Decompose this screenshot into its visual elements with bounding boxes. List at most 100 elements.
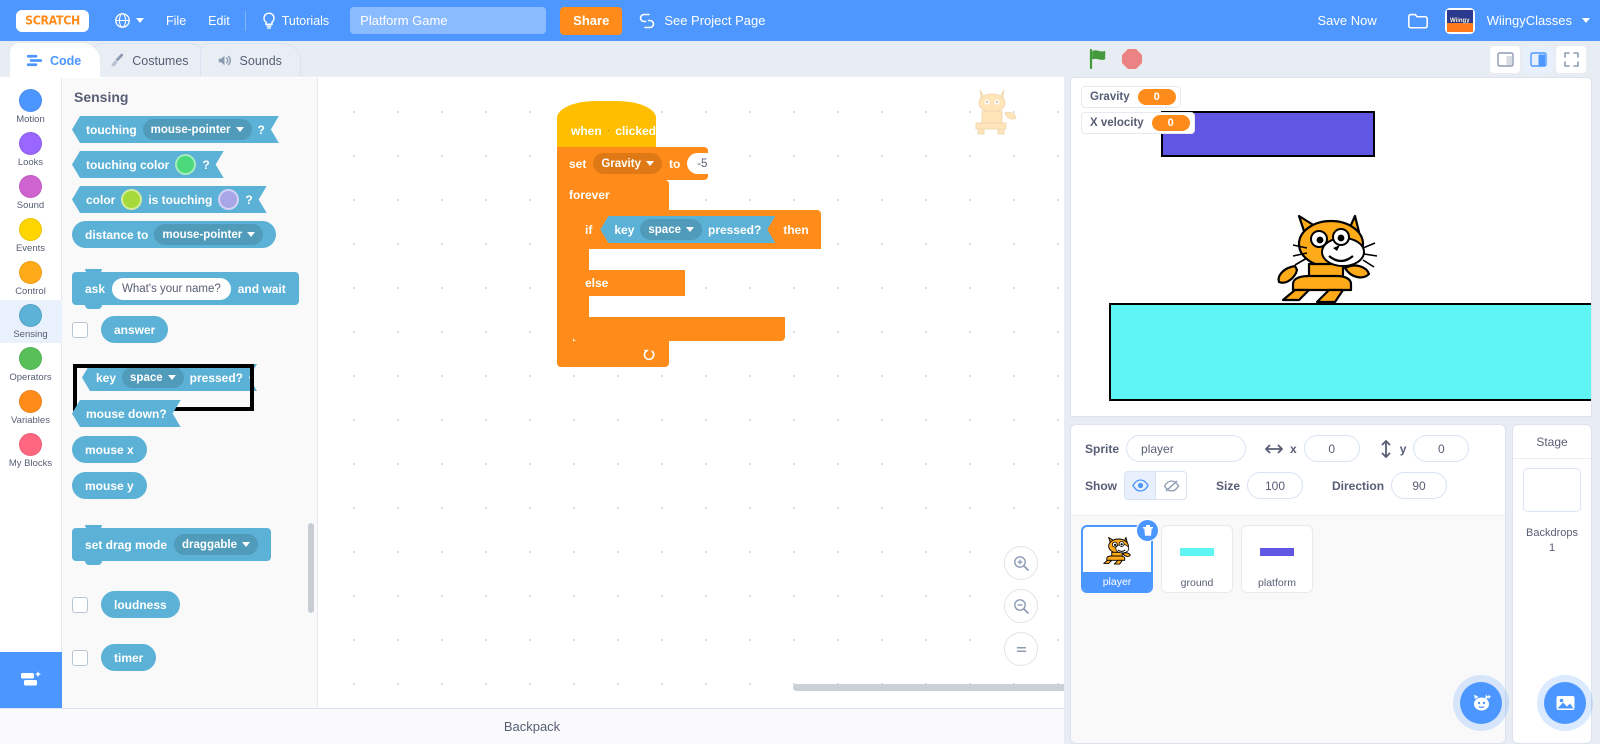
- tab-costumes[interactable]: Costumes: [92, 43, 208, 77]
- hide-button[interactable]: [1156, 472, 1186, 499]
- language-selector[interactable]: [103, 0, 155, 41]
- canvas-horizontal-scrollbar[interactable]: [793, 684, 1064, 691]
- backpack-bar[interactable]: Backpack: [0, 708, 1064, 744]
- script-stack[interactable]: when clicked set Gravity to -5 forever i…: [557, 101, 821, 367]
- fullscreen-button[interactable]: [1556, 45, 1586, 73]
- palette-scrollbar[interactable]: [308, 523, 314, 613]
- stage[interactable]: Gravity 0 X velocity 0: [1070, 77, 1592, 417]
- touching-target-dropdown[interactable]: mouse-pointer: [143, 119, 252, 140]
- green-flag-button[interactable]: [1088, 48, 1110, 70]
- zoom-in-button[interactable]: [1004, 546, 1038, 580]
- block-mouse-x[interactable]: mouse x: [72, 436, 147, 463]
- size-input[interactable]: 100: [1247, 472, 1304, 499]
- stage-backdrop-thumbnail[interactable]: [1523, 468, 1581, 512]
- chevron-down-icon[interactable]: [1582, 18, 1590, 23]
- distance-target-dropdown[interactable]: mouse-pointer: [154, 224, 264, 245]
- category-sensing[interactable]: Sensing: [0, 300, 62, 343]
- palette-block-touching[interactable]: touching mouse-pointer ?: [72, 116, 317, 143]
- category-motion[interactable]: Motion: [0, 85, 62, 128]
- category-events[interactable]: Events: [0, 214, 62, 257]
- block-ask-and-wait[interactable]: ask What's your name? and wait: [72, 269, 299, 309]
- stage-sprite-ground[interactable]: [1109, 303, 1591, 401]
- palette-block-mouse-y[interactable]: mouse y: [72, 472, 317, 499]
- timer-monitor-checkbox[interactable]: [72, 649, 88, 666]
- palette-block-loudness[interactable]: loudness: [72, 591, 317, 618]
- block-loudness[interactable]: loudness: [101, 591, 180, 618]
- block-mouse-y[interactable]: mouse y: [72, 472, 147, 499]
- small-stage-layout-button[interactable]: [1490, 45, 1520, 73]
- direction-input[interactable]: 90: [1391, 472, 1448, 499]
- ask-question-input[interactable]: What's your name?: [112, 277, 231, 300]
- if-branch-slot[interactable]: [589, 249, 785, 270]
- else-header[interactable]: else: [573, 270, 685, 296]
- choose-a-backdrop-button[interactable]: [1544, 682, 1586, 724]
- category-operators[interactable]: Operators: [0, 343, 62, 386]
- x-position-input[interactable]: 0: [1303, 435, 1360, 462]
- set-variable-dropdown[interactable]: Gravity: [593, 153, 662, 174]
- large-stage-layout-button[interactable]: [1523, 45, 1553, 73]
- palette-block-mouse-down[interactable]: mouse down?: [72, 400, 317, 427]
- tab-sounds[interactable]: Sounds: [199, 43, 301, 77]
- menu-edit[interactable]: Edit: [197, 0, 241, 41]
- block-key-pressed[interactable]: key space pressed?: [82, 364, 257, 391]
- sprite-card-player[interactable]: player: [1081, 519, 1159, 593]
- share-button[interactable]: Share: [560, 6, 623, 35]
- tab-code[interactable]: Code: [10, 43, 101, 77]
- folder-icon[interactable]: [1407, 11, 1429, 30]
- y-position-input[interactable]: 0: [1413, 435, 1470, 462]
- color-swatch[interactable]: [218, 189, 239, 210]
- sprite-name-input[interactable]: player: [1126, 435, 1247, 462]
- choose-a-sprite-button[interactable]: [1460, 682, 1502, 724]
- block-forever[interactable]: forever if key space pressed? then else: [557, 180, 821, 367]
- stage-sprite-player[interactable]: [1271, 212, 1381, 314]
- if-header[interactable]: if key space pressed? then: [573, 210, 821, 249]
- palette-block-answer[interactable]: answer: [72, 316, 317, 343]
- block-when-flag-clicked[interactable]: when clicked: [557, 101, 656, 147]
- category-looks[interactable]: Looks: [0, 128, 62, 171]
- sprite-card-ground[interactable]: ground: [1161, 525, 1233, 593]
- menu-tutorials[interactable]: Tutorials: [250, 0, 340, 41]
- sprite-card-platform[interactable]: platform: [1241, 525, 1313, 593]
- category-variables[interactable]: Variables: [0, 386, 62, 429]
- color-swatch[interactable]: [121, 189, 142, 210]
- drag-mode-dropdown[interactable]: draggable: [174, 534, 258, 555]
- project-title-input[interactable]: [350, 7, 547, 34]
- key-dropdown[interactable]: space: [122, 367, 184, 388]
- menu-file[interactable]: File: [155, 0, 197, 41]
- variable-monitor-gravity[interactable]: Gravity 0: [1081, 86, 1181, 108]
- show-button[interactable]: [1125, 472, 1155, 499]
- palette-block-set-drag-mode[interactable]: set drag mode draggable: [72, 525, 317, 565]
- block-touching[interactable]: touching mouse-pointer ?: [72, 116, 279, 143]
- add-extension-button[interactable]: [0, 652, 62, 708]
- username-label[interactable]: WiingyClasses: [1487, 13, 1572, 28]
- palette-block-timer[interactable]: timer: [72, 644, 317, 671]
- forever-header[interactable]: forever: [557, 180, 669, 210]
- block-distance-to[interactable]: distance to mouse-pointer: [72, 221, 277, 248]
- else-branch-slot[interactable]: [589, 296, 785, 317]
- scratch-logo[interactable]: SCRATCH: [16, 9, 89, 32]
- answer-monitor-checkbox[interactable]: [72, 321, 88, 338]
- block-touching-color[interactable]: touching color ?: [72, 151, 224, 178]
- set-value-input[interactable]: -5: [687, 153, 718, 174]
- zoom-out-button[interactable]: [1004, 589, 1038, 623]
- zoom-reset-button[interactable]: [1004, 632, 1038, 666]
- category-my-blocks[interactable]: My Blocks: [0, 429, 62, 472]
- see-project-page-button[interactable]: See Project Page: [638, 12, 766, 30]
- loudness-monitor-checkbox[interactable]: [72, 596, 88, 613]
- delete-sprite-button[interactable]: [1136, 519, 1159, 542]
- block-set-variable[interactable]: set Gravity to -5: [557, 147, 718, 184]
- stop-button[interactable]: [1122, 49, 1142, 69]
- code-canvas[interactable]: when clicked set Gravity to -5 forever i…: [318, 78, 1064, 708]
- palette-block-ask-and-wait[interactable]: ask What's your name? and wait: [72, 269, 317, 309]
- save-now-button[interactable]: Save Now: [1304, 13, 1391, 28]
- block-color-is-touching[interactable]: color is touching ?: [72, 186, 267, 213]
- block-key-pressed[interactable]: key space pressed?: [600, 216, 775, 243]
- palette-block-touching-color[interactable]: touching color ?: [72, 151, 317, 178]
- palette-block-key-pressed[interactable]: key space pressed?: [72, 364, 317, 411]
- palette-block-color-is-touching[interactable]: color is touching ?: [72, 186, 317, 213]
- block-timer[interactable]: timer: [101, 644, 157, 671]
- block-set-drag-mode[interactable]: set drag mode draggable: [72, 525, 271, 565]
- avatar[interactable]: [1444, 7, 1475, 34]
- block-if-else[interactable]: if key space pressed? then else: [573, 210, 821, 341]
- variable-monitor-x-velocity[interactable]: X velocity 0: [1081, 112, 1195, 134]
